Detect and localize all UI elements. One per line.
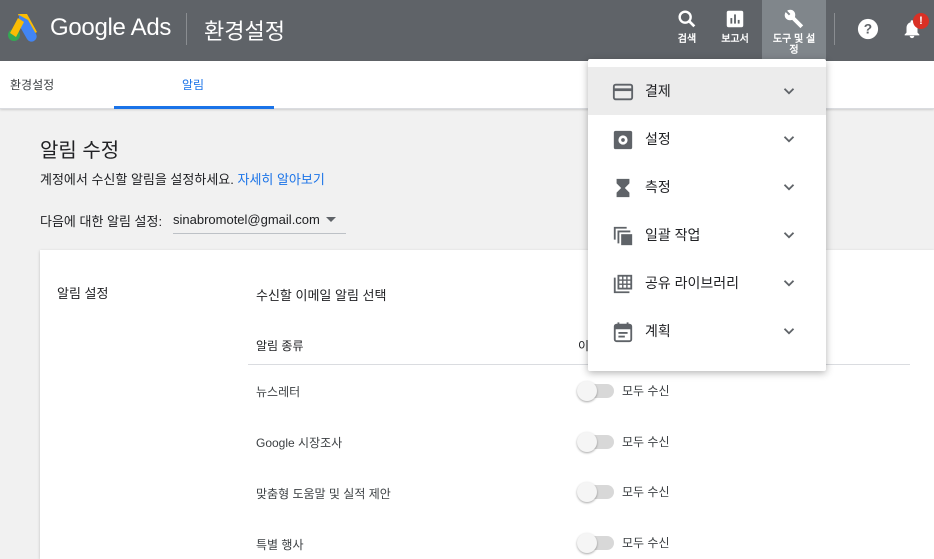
page-title: 환경설정 — [204, 19, 285, 44]
row-label-market-research: Google 시장조사 — [256, 436, 343, 450]
toggle-label-special-offers: 모두 수신 — [622, 536, 670, 550]
row-label-tips: 맞춤형 도움말 및 실적 제안 — [256, 487, 391, 501]
tools-label-line1: 도구 및 설 — [772, 34, 816, 45]
account-select-value: sinabromotel@gmail.com — [173, 211, 320, 227]
account-select[interactable]: sinabromotel@gmail.com — [173, 205, 346, 234]
tools-label: 도구 및 설정 — [773, 34, 815, 56]
active-tab-indicator — [114, 106, 274, 109]
menu-item-planning[interactable]: 계획 — [588, 307, 826, 355]
chevron-down-icon — [783, 136, 795, 143]
toggle-newsletter[interactable] — [577, 381, 614, 401]
reports-button[interactable]: 보고서 — [713, 0, 757, 61]
column-header-type: 알림 종류 — [256, 339, 304, 353]
header-divider — [186, 13, 187, 45]
search-button[interactable]: 검색 — [667, 0, 707, 61]
svg-text:?: ? — [864, 22, 872, 37]
menu-label-settings: 설정 — [645, 131, 671, 147]
chevron-down-icon — [783, 88, 795, 95]
top-app-bar: Google Ads 환경설정 검색 보고서 도구 및 설정 ? ! — [0, 0, 934, 61]
bar-chart-icon — [726, 10, 744, 28]
brand-name: Google Ads — [50, 14, 172, 41]
chevron-down-icon — [783, 328, 795, 335]
toggle-label-tips: 모두 수신 — [622, 485, 670, 499]
help-icon: ? — [857, 18, 879, 40]
credit-card-icon — [612, 83, 634, 101]
menu-label-planning: 계획 — [645, 323, 671, 339]
header-separator — [834, 13, 835, 45]
account-select-label: 다음에 대한 알림 설정: — [40, 214, 163, 229]
settings-icon — [613, 130, 633, 150]
menu-item-bulk-actions[interactable]: 일괄 작업 — [588, 211, 826, 259]
card-section-label: 알림 설정 — [57, 286, 109, 301]
section-description: 계정에서 수신할 알림을 설정하세요. 자세히 알아보기 — [40, 169, 325, 188]
toggle-tips[interactable] — [577, 482, 614, 502]
tools-settings-menu: 결제 설정 측정 일괄 작업 공유 라이브러리 계획 — [588, 59, 826, 371]
search-label: 검색 — [677, 34, 697, 45]
menu-label-billing: 결제 — [645, 83, 671, 99]
library-icon — [613, 274, 633, 294]
dropdown-arrow-icon — [325, 216, 336, 222]
row-label-special-offers: 특별 행사 — [256, 538, 304, 552]
menu-label-bulk-actions: 일괄 작업 — [645, 227, 701, 243]
tab-notifications[interactable]: 알림 — [182, 61, 204, 109]
google-ads-logo[interactable] — [7, 12, 39, 42]
chevron-down-icon — [783, 184, 795, 191]
tab-preferences[interactable]: 환경설정 — [10, 61, 54, 109]
card-section-title: 수신할 이메일 알림 선택 — [256, 288, 387, 303]
help-button[interactable]: ? — [855, 0, 881, 61]
notifications-button[interactable] — [900, 0, 924, 61]
description-text: 계정에서 수신할 알림을 설정하세요. — [40, 172, 234, 187]
calendar-icon — [613, 322, 633, 343]
tools-label-line2: 정 — [789, 45, 799, 56]
toggle-label-market-research: 모두 수신 — [622, 435, 670, 449]
toggle-special-offers[interactable] — [577, 533, 614, 553]
menu-item-shared-library[interactable]: 공유 라이브러리 — [588, 259, 826, 307]
hourglass-icon — [616, 178, 630, 198]
copy-stack-icon — [613, 226, 633, 246]
chevron-down-icon — [783, 232, 795, 239]
menu-label-shared-library: 공유 라이브러리 — [645, 275, 740, 291]
menu-item-measurement[interactable]: 측정 — [588, 163, 826, 211]
menu-item-billing[interactable]: 결제 — [588, 67, 826, 115]
toggle-label-newsletter: 모두 수신 — [622, 384, 670, 398]
learn-more-link[interactable]: 자세히 알아보기 — [237, 172, 324, 187]
search-icon — [678, 10, 696, 28]
section-title: 알림 수정 — [40, 140, 120, 162]
tools-settings-button[interactable]: 도구 및 설정 — [762, 0, 826, 61]
menu-item-settings[interactable]: 설정 — [588, 115, 826, 163]
notification-badge: ! — [913, 13, 929, 29]
reports-label: 보고서 — [721, 34, 749, 45]
toggle-market-research[interactable] — [577, 432, 614, 452]
row-label-newsletter: 뉴스레터 — [256, 385, 301, 399]
menu-label-measurement: 측정 — [645, 179, 671, 195]
wrench-icon — [784, 9, 804, 29]
chevron-down-icon — [783, 280, 795, 287]
